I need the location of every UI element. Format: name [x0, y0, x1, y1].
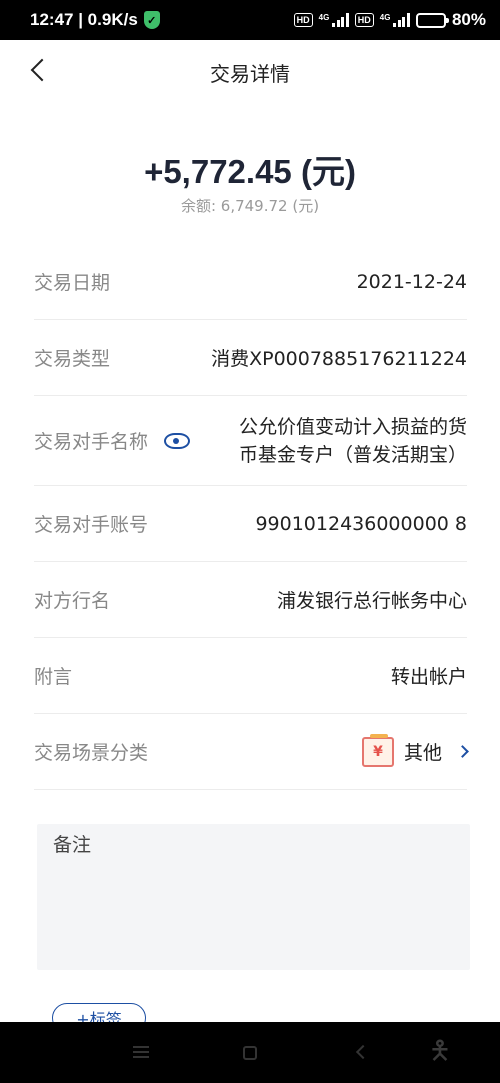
status-time-speed: 12:47 | 0.9K/s — [30, 10, 138, 29]
system-nav-bar: 🯅 — [0, 1022, 500, 1083]
signal-icon — [332, 13, 349, 27]
detail-label: 附言 — [34, 666, 73, 688]
detail-label: 交易对手账号 — [34, 514, 149, 536]
detail-row-date: 交易日期 2021-12-24 — [34, 244, 467, 320]
detail-label: 交易对手名称 — [34, 431, 149, 453]
detail-label: 交易日期 — [34, 272, 111, 294]
detail-label: 交易类型 — [34, 348, 111, 370]
status-right: HD 4G HD 4G 80% — [293, 10, 486, 30]
eye-icon[interactable] — [164, 432, 191, 449]
detail-row-bank: 对方行名 浦发银行总行帐务中心 — [34, 562, 467, 638]
detail-row-type: 交易类型 消费XP0007885176211224 — [34, 320, 467, 396]
detail-value: 公允价值变动计入损益的货币基金专户（普发活期宝） — [238, 415, 467, 466]
memo-input[interactable]: 备注 — [37, 824, 470, 970]
transaction-amount: +5,772.45 (元) — [144, 153, 356, 190]
detail-label-with-eye: 交易对手名称 — [34, 427, 191, 454]
detail-value: 2021-12-24 — [356, 270, 467, 293]
detail-row-counterparty: 交易对手名称 公允价值变动计入损益的货币基金专户（普发活期宝） — [34, 396, 467, 486]
accessibility-icon[interactable]: 🯅 — [428, 1036, 452, 1066]
status-bar: 12:47 | 0.9K/s ✓ HD 4G HD 4G 80% — [0, 0, 500, 40]
hd-icon: HD — [293, 13, 313, 27]
network-type: 4G — [318, 13, 330, 22]
battery-icon — [415, 12, 449, 28]
scene-selector[interactable]: ¥ 其他 — [361, 733, 469, 767]
chevron-left-icon[interactable] — [30, 58, 54, 82]
detail-label: 对方行名 — [34, 590, 111, 612]
detail-value: 浦发银行总行帐务中心 — [276, 590, 467, 612]
detail-value: 消费XP0007885176211224 — [211, 348, 467, 370]
menu-icon[interactable] — [133, 1046, 149, 1058]
memo-label: 备注 — [53, 834, 92, 856]
calendar-yuan-icon: ¥ — [361, 733, 394, 767]
nav-bar: 交易详情 — [0, 40, 500, 104]
detail-value: 其他 — [403, 742, 442, 764]
battery-text: 80% — [451, 10, 486, 29]
hd-icon-2: HD — [354, 13, 374, 27]
detail-list: 交易日期 2021-12-24 交易类型 消费XP000788517621122… — [34, 244, 469, 790]
detail-row-note: 附言 转出帐户 — [34, 638, 467, 714]
home-icon[interactable] — [243, 1046, 257, 1060]
signal-icon-2 — [393, 13, 410, 27]
detail-value: 转出帐户 — [390, 666, 467, 688]
balance-text: 余额: 6,749.72 (元) — [180, 197, 320, 215]
status-left: 12:47 | 0.9K/s ✓ — [30, 10, 160, 30]
detail-value: 9901012436000000 8 — [255, 512, 467, 535]
page-title: 交易详情 — [210, 61, 290, 86]
detail-row-account: 交易对手账号 9901012436000000 8 — [34, 486, 467, 562]
shield-icon: ✓ — [143, 11, 160, 29]
detail-row-scene[interactable]: 交易场景分类 ¥ 其他 — [34, 714, 469, 790]
network-type-2: 4G — [379, 13, 391, 22]
back-icon[interactable] — [355, 1044, 371, 1060]
detail-label: 交易场景分类 — [34, 742, 149, 764]
chevron-right-icon — [456, 745, 469, 758]
